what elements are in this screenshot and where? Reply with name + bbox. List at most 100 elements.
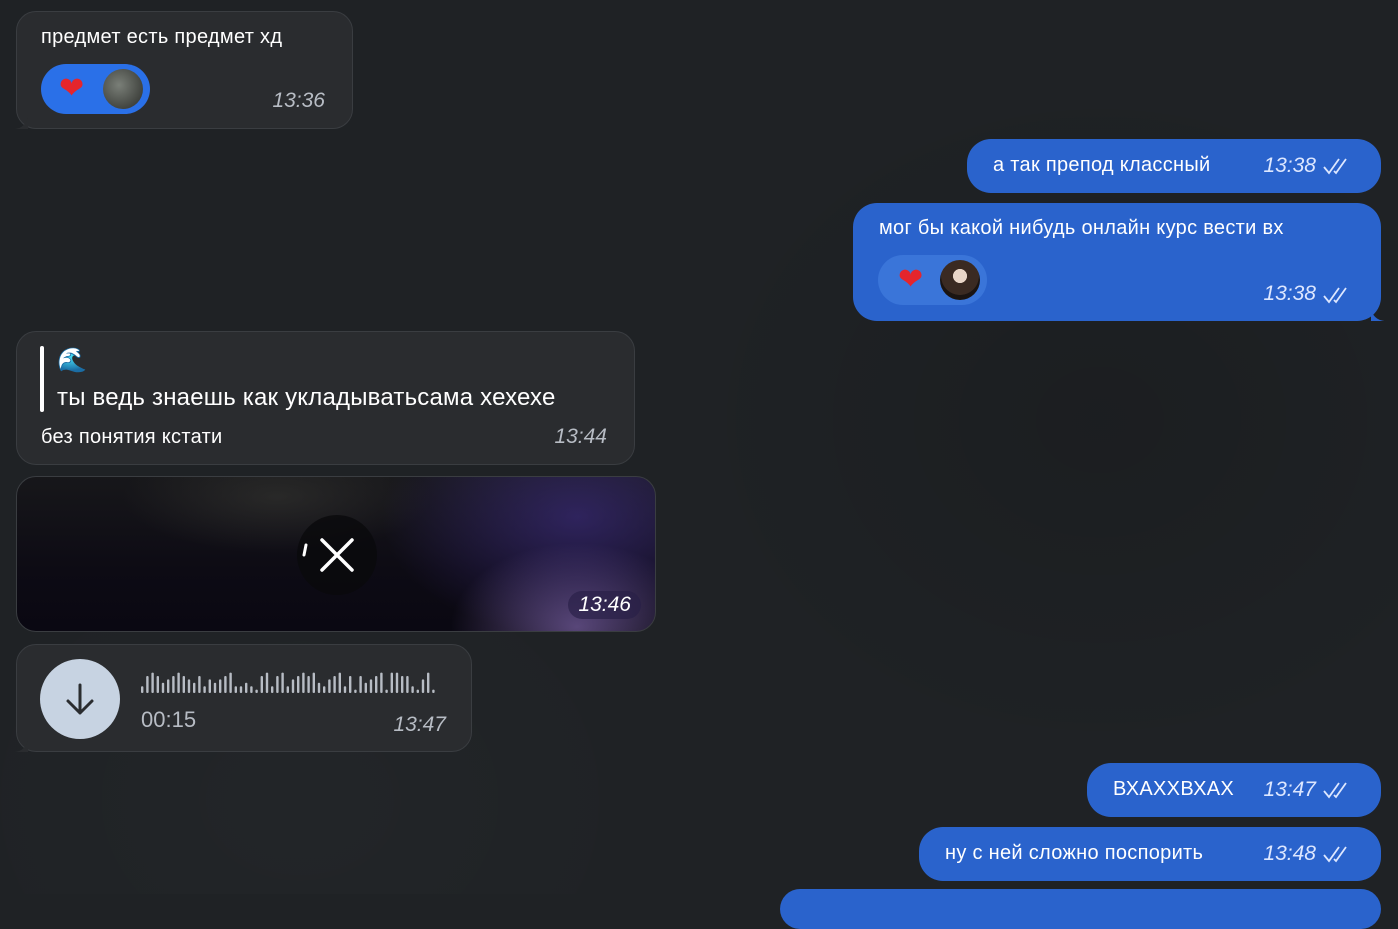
waveform-bar [250,686,253,693]
waveform-bar [167,679,170,693]
cancel-download-button[interactable] [297,515,377,595]
waveform-bar [416,689,419,693]
waveform-bar [385,689,388,693]
waveform-bar [323,686,326,693]
incoming-message[interactable]: предмет есть предмет хд ❤ 13:36 [16,11,353,129]
waveform-bar [198,676,201,693]
message-time: 13:36 [272,89,325,112]
waveform-bar [281,672,284,693]
waveform-bar [193,682,196,693]
message-time: 13:47 [393,713,446,736]
waveform-bar [291,679,295,693]
waveform-bar [333,676,336,693]
media-message[interactable]: 13:46 [16,476,656,632]
waveform-bar [343,686,347,693]
waveform-bar [239,686,243,693]
waveform-bar [297,676,300,693]
quote-bar [40,346,44,412]
waveform-bar [338,672,341,693]
waveform-bar [307,676,310,693]
download-voice-button[interactable] [40,659,120,739]
waveform-bar [312,672,315,693]
waveform-bar [203,686,206,693]
waveform-bar [177,672,180,693]
close-icon [302,538,354,572]
waveform-bar [359,676,362,693]
read-checkmarks-icon [1323,287,1347,304]
waveform-bar [390,672,393,693]
waveform-bar [208,679,211,693]
waveform-bar [411,686,414,693]
waveform-bar [369,679,373,693]
message-time: 13:46 [568,591,641,619]
waveform-bar [172,676,175,693]
voice-message[interactable]: 00:15 13:47 [16,644,472,752]
outgoing-message-partial[interactable] [780,889,1381,929]
waveform-bar [229,672,232,693]
waveform-bar [380,672,383,693]
waveform-bar [375,676,378,693]
waveform-bar [234,686,237,693]
waveform-bar [146,676,149,693]
waveform-bar [161,682,165,693]
read-checkmarks-icon [1323,158,1347,175]
waveform-bar [401,676,404,693]
waveform-bar [151,672,154,693]
reactor-avatar [940,260,980,300]
bubble-tail [1371,307,1393,321]
waveform-bar [265,672,269,693]
outgoing-message[interactable]: а так препод классный 13:38 [967,139,1381,193]
waveform-bar [364,682,367,693]
waveform-bar [224,676,227,693]
waveform-bar [187,679,191,693]
message-time: 13:47 [1263,778,1316,801]
waveform-bar [271,686,274,693]
waveform-bar [286,686,289,693]
message-time: 13:48 [1263,842,1316,865]
download-arrow-icon [66,683,94,715]
heart-reaction-icon: ❤ [898,263,924,296]
incoming-message[interactable]: 🌊 ты ведь знаешь как укладыватьсама хехе… [16,331,635,465]
waveform-bar [255,689,258,693]
waveform-bar [354,689,357,693]
message-text: а так препод классный [993,154,1211,176]
message-text: предмет есть предмет хд [41,26,283,48]
bubble-tail [6,738,28,752]
message-text: ну с ней сложно поспорить [945,842,1204,864]
message-time: 13:38 [1263,154,1316,177]
message-time: 13:44 [554,425,607,448]
reaction-chip[interactable]: ❤ [878,255,987,305]
message-text: без понятия кстати [41,426,223,448]
message-time: 13:38 [1263,282,1316,305]
waveform-bar [213,682,217,693]
waveform-bar [302,672,305,693]
read-checkmarks-icon [1323,846,1347,863]
message-text: ВХАХХВХАХ [1113,778,1235,800]
reaction-chip[interactable]: ❤ [41,64,150,114]
waveform-bar [317,682,321,693]
voice-waveform [141,672,435,693]
waveform-bar [421,679,425,693]
waveform-bar [349,676,352,693]
bubble-tail [6,115,28,129]
outgoing-message[interactable]: мог бы какой нибудь онлайн курс вести вх… [853,203,1381,321]
waveform-bar [276,676,279,693]
outgoing-message[interactable]: ну с ней сложно поспорить 13:48 [919,827,1381,881]
reactor-avatar [103,69,143,109]
waveform-bar [395,672,399,693]
waveform-bar [182,676,185,693]
quote-text: ты ведь знаешь как укладыватьсама хехехе [57,384,556,411]
waveform-bar [427,672,430,693]
waveform-bar [156,676,159,693]
waveform-bar [406,676,409,693]
outgoing-message[interactable]: ВХАХХВХАХ 13:47 [1087,763,1381,817]
read-checkmarks-icon [1323,782,1347,799]
waveform-bar [432,689,435,693]
waveform-bar [141,686,144,693]
waveform-bar [260,676,263,693]
heart-reaction-icon: ❤ [59,72,85,105]
waveform-bar [219,679,222,693]
message-text: мог бы какой нибудь онлайн курс вести вх [879,217,1284,239]
waveform-bar [328,679,331,693]
waveform-bar [245,682,248,693]
